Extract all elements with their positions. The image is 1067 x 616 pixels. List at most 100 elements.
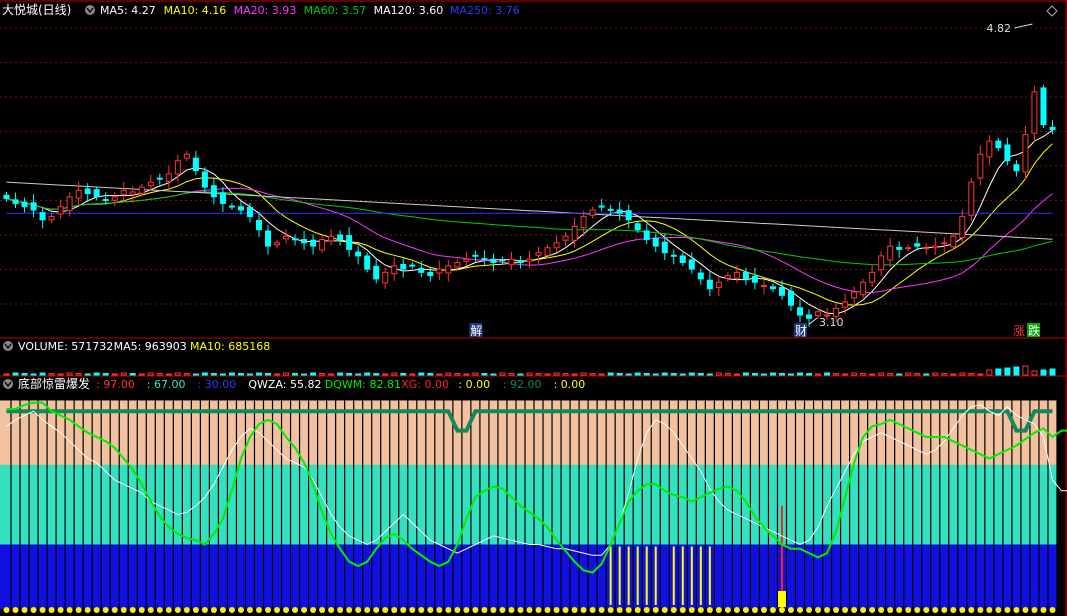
candle-body bbox=[292, 238, 299, 241]
bottom-dot bbox=[75, 607, 82, 613]
candle-body bbox=[481, 258, 488, 261]
collapse-icon bbox=[3, 379, 13, 389]
candle-body bbox=[508, 258, 515, 266]
volume-bar bbox=[445, 372, 452, 376]
bottom-dot bbox=[255, 607, 262, 613]
candle-body bbox=[616, 209, 623, 214]
stock-chart[interactable]: 4.82 3.10 解 财 涨跌 MA5: 4.27 MA10: 4.16 MA20: 3.… bbox=[0, 0, 1067, 616]
volume-bar bbox=[842, 373, 849, 376]
bottom-dot bbox=[670, 607, 677, 613]
volume-bar bbox=[499, 372, 506, 376]
bottom-dot bbox=[147, 607, 154, 613]
bottom-dot bbox=[751, 607, 758, 613]
volume-bar bbox=[634, 372, 641, 376]
candle-body bbox=[400, 263, 407, 270]
volume-bar bbox=[138, 373, 145, 376]
bottom-dot bbox=[508, 607, 515, 613]
bottom-dot bbox=[562, 607, 569, 613]
volume-bar bbox=[210, 373, 217, 376]
candle-body bbox=[995, 140, 1002, 149]
volume-bar bbox=[3, 373, 10, 376]
bottom-dot bbox=[274, 607, 281, 613]
volume-bar bbox=[265, 373, 272, 376]
volume-bar bbox=[977, 373, 984, 376]
volume-bar bbox=[661, 372, 668, 376]
candle-body bbox=[797, 307, 804, 316]
volume-bar bbox=[274, 373, 281, 376]
bottom-dot bbox=[400, 607, 407, 613]
volume-bar bbox=[860, 373, 867, 376]
bottom-dot bbox=[769, 607, 776, 613]
volume-bar bbox=[418, 372, 425, 376]
bottom-dot bbox=[544, 607, 551, 613]
volume-bar bbox=[968, 373, 975, 376]
volume-bar bbox=[192, 373, 199, 376]
candle-body bbox=[977, 153, 984, 179]
volume-bar bbox=[66, 372, 73, 376]
volume-bar bbox=[797, 372, 804, 376]
candle-body bbox=[246, 206, 253, 218]
volume-bar bbox=[959, 372, 966, 376]
volume-bar bbox=[310, 372, 317, 376]
candle-body bbox=[1040, 87, 1047, 126]
bottom-dot bbox=[156, 607, 163, 613]
bottom-dot bbox=[472, 607, 479, 613]
bottom-dot bbox=[986, 607, 993, 613]
bottom-dot bbox=[228, 607, 235, 613]
bottom-dot bbox=[1040, 607, 1047, 613]
candle-body bbox=[337, 234, 344, 241]
candle-body bbox=[598, 205, 605, 208]
volume-bar bbox=[724, 373, 731, 376]
indicator-value: MA5: 963903 bbox=[114, 340, 187, 353]
volume-bar bbox=[21, 373, 28, 376]
volume-bar bbox=[283, 372, 290, 376]
candle-body bbox=[346, 235, 353, 250]
main-header: MA5: 4.27 MA10: 4.16 MA20: 3.93 MA60: 3.57 M… bbox=[2, 3, 1058, 17]
volume-bar bbox=[382, 373, 389, 376]
candle-body bbox=[274, 242, 281, 246]
volume-bar bbox=[427, 373, 434, 376]
volume-bar bbox=[472, 372, 479, 376]
indicator-value: XG: 0.00 bbox=[401, 378, 449, 391]
volume-bar bbox=[941, 373, 948, 376]
candle-body bbox=[887, 245, 894, 261]
volume-bar bbox=[950, 373, 957, 376]
price-markers: 4.82 3.10 解 财 涨跌 bbox=[469, 22, 1040, 338]
candle-body bbox=[878, 255, 885, 271]
volume-bar bbox=[535, 373, 542, 376]
candle-body bbox=[1004, 144, 1011, 162]
volume-bar bbox=[129, 373, 136, 376]
volume-bar bbox=[508, 373, 515, 376]
candle-body bbox=[986, 140, 993, 158]
bottom-dot bbox=[210, 607, 217, 613]
volume-series[interactable] bbox=[3, 365, 1056, 376]
bottom-dot bbox=[760, 607, 767, 613]
bottom-dot bbox=[661, 607, 668, 613]
candle-body bbox=[634, 223, 641, 231]
candle-body bbox=[1013, 164, 1020, 172]
candle-body bbox=[679, 255, 686, 264]
volume-bar bbox=[905, 372, 912, 376]
volume-bar bbox=[57, 373, 64, 376]
candlestick-series[interactable] bbox=[3, 84, 1056, 327]
bottom-dot bbox=[634, 607, 641, 613]
candle-body bbox=[1031, 91, 1038, 134]
candle-body bbox=[553, 242, 560, 249]
bottom-dot bbox=[517, 607, 524, 613]
bottom-dot bbox=[310, 607, 317, 613]
volume-bar bbox=[1022, 365, 1029, 376]
candle-body bbox=[932, 245, 939, 249]
bottom-dot bbox=[292, 607, 299, 613]
candle-body bbox=[742, 271, 749, 280]
volume-bar bbox=[436, 373, 443, 376]
indicator-value: : 0.00 bbox=[554, 378, 586, 391]
volume-bar bbox=[219, 373, 226, 376]
candle-body bbox=[3, 194, 10, 200]
bottom-dot bbox=[977, 607, 984, 613]
volume-bar bbox=[787, 373, 794, 376]
bottom-dot bbox=[742, 607, 749, 613]
bottom-dot bbox=[246, 607, 253, 613]
candle-body bbox=[661, 241, 668, 254]
candle-body bbox=[210, 185, 217, 198]
indicator-value: : 97.00 bbox=[96, 378, 135, 391]
